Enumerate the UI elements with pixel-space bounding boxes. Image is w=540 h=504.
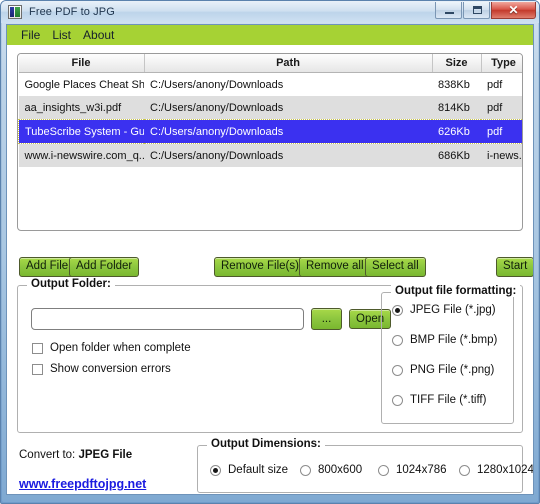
minimize-icon bbox=[445, 12, 454, 14]
column-header-file[interactable]: File bbox=[19, 54, 145, 73]
close-button[interactable]: ✕ bbox=[491, 2, 536, 19]
add-file-button[interactable]: Add File bbox=[19, 257, 75, 277]
table-row[interactable]: Google Places Cheat She... C:/Users/anon… bbox=[19, 73, 524, 97]
radio-label: BMP File (*.bmp) bbox=[410, 334, 497, 346]
minimize-button[interactable] bbox=[435, 2, 462, 19]
menu-item-list[interactable]: List bbox=[46, 27, 77, 44]
radio-icon bbox=[392, 335, 403, 346]
cell-type: pdf bbox=[481, 120, 523, 144]
cell-size: 686Kb bbox=[432, 144, 481, 168]
app-icon bbox=[8, 5, 22, 19]
cell-file: TubeScribe System - Gui... bbox=[19, 120, 145, 144]
remove-files-button[interactable]: Remove File(s) bbox=[214, 257, 306, 277]
maximize-icon bbox=[473, 6, 482, 14]
convert-to-value: JPEG File bbox=[78, 449, 132, 461]
cell-type: pdf bbox=[481, 73, 523, 97]
start-button[interactable]: Start bbox=[496, 257, 534, 277]
format-option-jpeg[interactable]: JPEG File (*.jpg) bbox=[392, 304, 496, 316]
column-header-size[interactable]: Size bbox=[432, 54, 481, 73]
browse-folder-button[interactable]: ... bbox=[311, 308, 342, 330]
client-area: File List About File Path Size Type Goog… bbox=[6, 24, 534, 495]
cell-size: 838Kb bbox=[432, 73, 481, 97]
application-window: Free PDF to JPG ✕ File List About bbox=[0, 0, 540, 504]
website-link[interactable]: www.freepdftojpg.net bbox=[19, 477, 146, 491]
column-header-path[interactable]: Path bbox=[144, 54, 432, 73]
cell-file: www.i-newswire.com_q... bbox=[19, 144, 145, 168]
radio-label: 800x600 bbox=[318, 464, 362, 476]
cell-path: C:/Users/anony/Downloads bbox=[144, 96, 432, 120]
cell-size: 626Kb bbox=[432, 120, 481, 144]
cell-path: C:/Users/anony/Downloads bbox=[144, 144, 432, 168]
dimension-option-1280x1024[interactable]: 1280x1024 bbox=[459, 464, 534, 476]
remove-all-button[interactable]: Remove all bbox=[299, 257, 371, 277]
table-row[interactable]: www.i-newswire.com_q... C:/Users/anony/D… bbox=[19, 144, 524, 168]
cell-path: C:/Users/anony/Downloads bbox=[144, 73, 432, 97]
radio-label: PNG File (*.png) bbox=[410, 364, 494, 376]
window-title: Free PDF to JPG bbox=[29, 6, 115, 18]
radio-label: 1280x1024 bbox=[477, 464, 534, 476]
open-folder-when-complete-checkbox[interactable]: Open folder when complete bbox=[32, 342, 191, 354]
checkbox-icon bbox=[32, 364, 43, 375]
radio-icon bbox=[459, 465, 470, 476]
menu-item-file[interactable]: File bbox=[15, 27, 46, 44]
output-folder-title: Output Folder: bbox=[27, 278, 115, 290]
output-format-group: Output file formatting: JPEG File (*.jpg… bbox=[381, 292, 514, 424]
format-option-tiff[interactable]: TIFF File (*.tiff) bbox=[392, 394, 486, 406]
checkbox-label: Show conversion errors bbox=[50, 363, 171, 375]
dimension-option-800x600[interactable]: 800x600 bbox=[300, 464, 362, 476]
cell-type: i-news... bbox=[481, 144, 523, 168]
maximize-button[interactable] bbox=[463, 2, 490, 19]
convert-to-prefix: Convert to: bbox=[19, 449, 78, 461]
cell-file: aa_insights_w3i.pdf bbox=[19, 96, 145, 120]
output-folder-group: Output Folder: ... Open Open folder when… bbox=[17, 285, 523, 433]
format-option-png[interactable]: PNG File (*.png) bbox=[392, 364, 494, 376]
add-folder-button[interactable]: Add Folder bbox=[69, 257, 139, 277]
radio-label: JPEG File (*.jpg) bbox=[410, 304, 496, 316]
radio-icon bbox=[392, 305, 403, 316]
file-list-panel[interactable]: File Path Size Type Google Places Cheat … bbox=[17, 53, 523, 231]
cell-size: 814Kb bbox=[432, 96, 481, 120]
output-format-title: Output file formatting: bbox=[391, 285, 520, 297]
convert-to-line: Convert to: JPEG File bbox=[19, 449, 132, 461]
cell-type: pdf bbox=[481, 96, 523, 120]
window-controls: ✕ bbox=[435, 2, 536, 19]
dimension-option-default[interactable]: Default size bbox=[210, 464, 288, 476]
dimension-option-1024x786[interactable]: 1024x786 bbox=[378, 464, 447, 476]
output-dimensions-title: Output Dimensions: bbox=[207, 438, 325, 450]
title-bar[interactable]: Free PDF to JPG ✕ bbox=[1, 1, 539, 23]
select-all-button[interactable]: Select all bbox=[365, 257, 426, 277]
checkbox-label: Open folder when complete bbox=[50, 342, 191, 354]
column-header-type[interactable]: Type bbox=[481, 54, 523, 73]
menu-item-about[interactable]: About bbox=[77, 27, 120, 44]
file-list-table: File Path Size Type Google Places Cheat … bbox=[18, 54, 523, 167]
format-option-bmp[interactable]: BMP File (*.bmp) bbox=[392, 334, 497, 346]
radio-label: TIFF File (*.tiff) bbox=[410, 394, 486, 406]
radio-label: Default size bbox=[228, 464, 288, 476]
radio-label: 1024x786 bbox=[396, 464, 447, 476]
radio-icon bbox=[392, 365, 403, 376]
radio-icon bbox=[392, 395, 403, 406]
checkbox-icon bbox=[32, 343, 43, 354]
show-conversion-errors-checkbox[interactable]: Show conversion errors bbox=[32, 363, 171, 375]
table-row-selected[interactable]: TubeScribe System - Gui... C:/Users/anon… bbox=[19, 120, 524, 144]
output-folder-input[interactable] bbox=[31, 308, 304, 330]
close-icon: ✕ bbox=[492, 2, 535, 18]
radio-icon bbox=[210, 465, 221, 476]
cell-file: Google Places Cheat She... bbox=[19, 73, 145, 97]
file-actions-toolbar: Add File Add Folder Remove File(s) Remov… bbox=[7, 257, 533, 279]
table-header-row: File Path Size Type bbox=[19, 54, 524, 73]
radio-icon bbox=[378, 465, 389, 476]
cell-path: C:/Users/anony/Downloads bbox=[144, 120, 432, 144]
menu-bar: File List About bbox=[7, 25, 533, 45]
table-row[interactable]: aa_insights_w3i.pdf C:/Users/anony/Downl… bbox=[19, 96, 524, 120]
output-dimensions-group: Output Dimensions: Default size 800x600 … bbox=[197, 445, 523, 493]
radio-icon bbox=[300, 465, 311, 476]
